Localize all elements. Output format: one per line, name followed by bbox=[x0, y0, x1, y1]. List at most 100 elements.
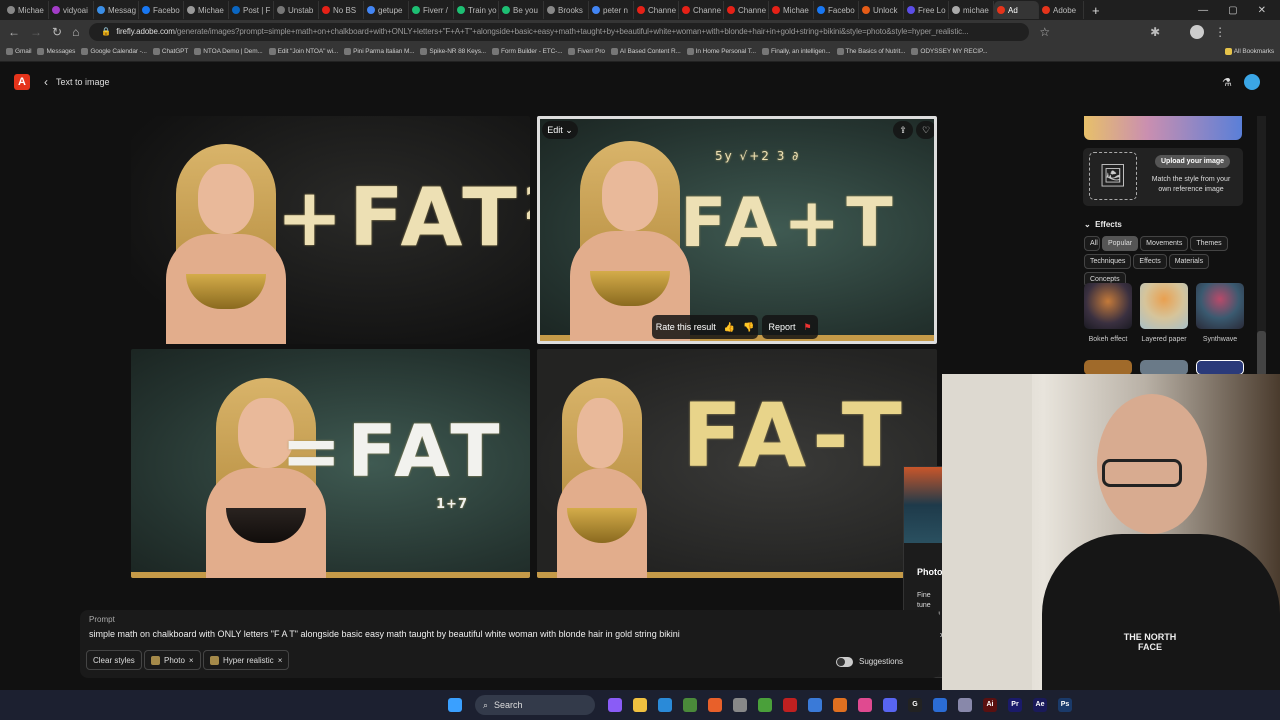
generated-image-4[interactable]: FA-T bbox=[537, 349, 937, 578]
clear-styles-button[interactable]: Clear styles bbox=[86, 650, 142, 670]
panel-scrollbar[interactable] bbox=[1257, 116, 1266, 376]
bookmark-item[interactable]: Finally, an intelligen... bbox=[761, 48, 831, 56]
browser-tab[interactable]: Michae bbox=[4, 1, 49, 19]
filter-materials[interactable]: Materials bbox=[1168, 254, 1210, 269]
bookmark-item[interactable]: Spike-NR 88 Keys... bbox=[420, 48, 486, 56]
filter-popular[interactable]: Popular bbox=[1102, 236, 1139, 251]
taskbar-app-explorer-icon[interactable] bbox=[633, 698, 647, 712]
back-icon[interactable]: ← bbox=[8, 25, 20, 39]
taskbar-app-notepad-icon[interactable] bbox=[808, 698, 822, 712]
favorite-button[interactable]: ♡ bbox=[916, 121, 934, 139]
bookmark-item[interactable]: ChatGPT bbox=[152, 48, 188, 56]
taskbar-app-ae-icon[interactable]: Ae bbox=[1033, 698, 1047, 712]
back-chevron-icon[interactable]: ‹ bbox=[44, 75, 48, 89]
browser-tab[interactable]: peter n bbox=[589, 1, 634, 19]
extensions-icon[interactable]: ✱ bbox=[1150, 25, 1160, 39]
taskbar-app-filezilla-icon[interactable] bbox=[783, 698, 797, 712]
reload-icon[interactable]: ↻ bbox=[52, 25, 62, 39]
browser-tab[interactable]: Unlock bbox=[859, 1, 904, 19]
star-icon[interactable]: ☆ bbox=[1039, 25, 1050, 39]
taskbar-app-pr-icon[interactable]: Pr bbox=[1008, 698, 1022, 712]
windows-start-icon[interactable] bbox=[448, 698, 462, 712]
browser-tab[interactable]: Unstab bbox=[274, 1, 319, 19]
bookmark-item[interactable]: AI Based Content R... bbox=[610, 48, 681, 56]
browser-tab[interactable]: Facebo bbox=[139, 1, 184, 19]
bookmark-item[interactable]: Gmail bbox=[6, 48, 32, 56]
home-icon[interactable]: ⌂ bbox=[72, 25, 79, 39]
generated-image-3[interactable]: =FAT 1+7 bbox=[131, 349, 530, 578]
flask-icon[interactable]: ⚗ bbox=[1222, 76, 1232, 89]
browser-tab[interactable]: Free Lo bbox=[904, 1, 949, 19]
filter-movements[interactable]: Movements bbox=[1140, 236, 1189, 251]
browser-tab[interactable]: Messag bbox=[94, 1, 139, 19]
new-tab-button[interactable]: + bbox=[1092, 3, 1100, 18]
remove-icon[interactable]: × bbox=[189, 656, 194, 665]
taskbar-app-edge-icon[interactable] bbox=[658, 698, 672, 712]
user-avatar[interactable] bbox=[1244, 74, 1260, 90]
remove-icon[interactable]: × bbox=[278, 656, 283, 665]
browser-tab[interactable]: Ad bbox=[994, 1, 1039, 19]
browser-tab[interactable]: Adobe bbox=[1039, 1, 1084, 19]
browser-tab[interactable]: Brooks bbox=[544, 1, 589, 19]
browser-tab[interactable]: getupe bbox=[364, 1, 409, 19]
filter-themes[interactable]: Themes bbox=[1190, 236, 1228, 251]
style-thumbnail[interactable] bbox=[1084, 116, 1242, 140]
prompt-input[interactable]: simple math on chalkboard with ONLY lett… bbox=[89, 629, 680, 639]
forward-icon[interactable]: → bbox=[30, 25, 42, 39]
taskbar-app-discord-icon[interactable] bbox=[883, 698, 897, 712]
taskbar-search[interactable]: ⌕ Search bbox=[475, 695, 595, 715]
taskbar-app-chrome-icon[interactable] bbox=[683, 698, 697, 712]
bookmark-item[interactable]: NTOA Demo | Dem... bbox=[194, 48, 263, 56]
generated-image-2[interactable]: 5y √+2 3 ∂ FA+T Edit ⌄ ⇪ ♡ Rate this res… bbox=[537, 116, 937, 344]
bookmark-item[interactable]: Fiverr Pro bbox=[568, 48, 605, 56]
share-button[interactable]: ⇪ bbox=[893, 121, 913, 139]
filter-techniques[interactable]: Techniques bbox=[1084, 254, 1132, 269]
bookmark-item[interactable]: Messages bbox=[37, 48, 75, 56]
taskbar-app-obs-icon[interactable] bbox=[733, 698, 747, 712]
taskbar-app-files-icon[interactable] bbox=[958, 698, 972, 712]
browser-tab[interactable]: Fiverr / bbox=[409, 1, 454, 19]
browser-tab[interactable]: michae bbox=[949, 1, 994, 19]
taskbar-app-word-icon[interactable] bbox=[933, 698, 947, 712]
maximize-icon[interactable]: ▢ bbox=[1228, 5, 1237, 16]
effect-thumb-selected[interactable] bbox=[1196, 360, 1244, 375]
minimize-icon[interactable]: — bbox=[1198, 5, 1208, 16]
bookmark-item[interactable]: ODYSSEY MY RECIP... bbox=[911, 48, 988, 56]
taskbar-app-app-icon[interactable] bbox=[833, 698, 847, 712]
browser-tab[interactable]: vidyoai bbox=[49, 1, 94, 19]
taskbar-app-copilot-icon[interactable] bbox=[608, 698, 622, 712]
browser-tab[interactable]: Channe bbox=[724, 1, 769, 19]
taskbar-app-photos-icon[interactable] bbox=[858, 698, 872, 712]
browser-tab[interactable]: No BS bbox=[319, 1, 364, 19]
bookmark-item[interactable]: Form Builder - ETC-... bbox=[492, 48, 562, 56]
taskbar-app-ps-icon[interactable]: Ps bbox=[1058, 698, 1072, 712]
thumbs-down-icon[interactable]: 👎 bbox=[743, 322, 754, 333]
generated-image-1[interactable]: +FAT² bbox=[131, 116, 530, 344]
browser-tab[interactable]: Be you bbox=[499, 1, 544, 19]
filter-effects[interactable]: Effects bbox=[1133, 254, 1167, 269]
back-link[interactable]: Text to image bbox=[56, 77, 110, 87]
thumbs-up-icon[interactable]: 👍 bbox=[724, 322, 735, 333]
browser-tab[interactable]: Post | F bbox=[229, 1, 274, 19]
browser-tab[interactable]: Channe bbox=[679, 1, 724, 19]
suggestions-toggle[interactable] bbox=[836, 657, 853, 667]
edit-dropdown[interactable]: Edit ⌄ bbox=[542, 121, 578, 139]
browser-tab[interactable]: Train yo bbox=[454, 1, 499, 19]
browser-tab[interactable]: Facebo bbox=[814, 1, 859, 19]
bookmark-item[interactable]: Pini Parma Italian M... bbox=[344, 48, 414, 56]
effects-header[interactable]: ⌄ Effects bbox=[1084, 220, 1122, 229]
menu-icon[interactable]: ⋮ bbox=[1214, 25, 1226, 39]
taskbar-app-firefox-icon[interactable] bbox=[708, 698, 722, 712]
browser-tab[interactable]: Michae bbox=[184, 1, 229, 19]
bookmark-item[interactable]: The Basics of Nutrit... bbox=[836, 48, 905, 56]
profile-avatar[interactable] bbox=[1190, 24, 1205, 39]
effect-thumb[interactable] bbox=[1140, 360, 1188, 375]
bookmark-item[interactable]: Google Calendar -... bbox=[81, 48, 147, 56]
url-input[interactable]: 🔒 firefly.adobe.com/generate/images?promp… bbox=[89, 22, 1030, 41]
effect-synthwave[interactable] bbox=[1196, 283, 1244, 329]
effect-layered-paper[interactable] bbox=[1140, 283, 1188, 329]
close-icon[interactable]: ✕ bbox=[1258, 5, 1266, 16]
browser-tab[interactable]: Channe bbox=[634, 1, 679, 19]
all-bookmarks[interactable]: All Bookmarks bbox=[1224, 48, 1274, 56]
upload-image-button[interactable]: Upload your image bbox=[1155, 155, 1231, 168]
